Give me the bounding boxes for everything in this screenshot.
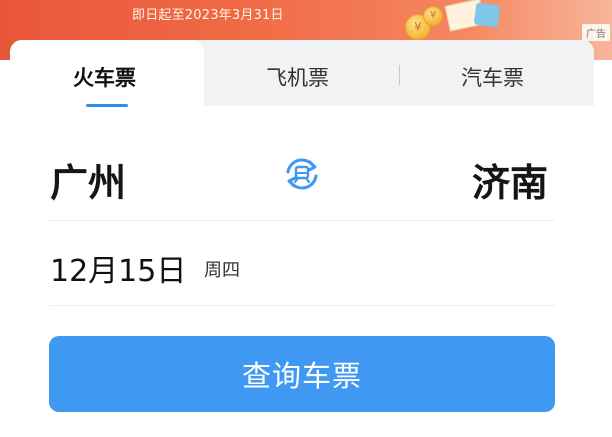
ticket-graphic	[473, 2, 501, 28]
tab-flight[interactable]: 飞机票	[266, 62, 329, 92]
ticket-search-card: 火车票 飞机票 汽车票 广州 济南 12月15日 周四 查询车票	[10, 40, 594, 437]
departure-city[interactable]: 广州	[50, 152, 126, 207]
tab-train[interactable]: 火车票	[73, 62, 136, 92]
tab-bus[interactable]: 汽车票	[461, 62, 524, 92]
banner-text: 即日起至2023年3月31日	[132, 8, 284, 23]
divider	[50, 305, 555, 306]
divider	[50, 220, 555, 221]
tabs-bar	[194, 40, 594, 106]
departure-date[interactable]: 12月15日	[50, 246, 186, 290]
coin-icon: ¥	[423, 6, 443, 26]
ad-label: 广告	[582, 24, 610, 41]
tab-divider	[399, 65, 400, 85]
search-tickets-button[interactable]: 查询车票	[49, 336, 555, 412]
banner-illustration: ¥ ¥	[395, 0, 515, 42]
swap-cities-icon[interactable]	[280, 152, 324, 196]
weekday-label: 周四	[204, 260, 240, 281]
active-tab-indicator	[86, 104, 128, 107]
arrival-city[interactable]: 济南	[472, 152, 548, 207]
